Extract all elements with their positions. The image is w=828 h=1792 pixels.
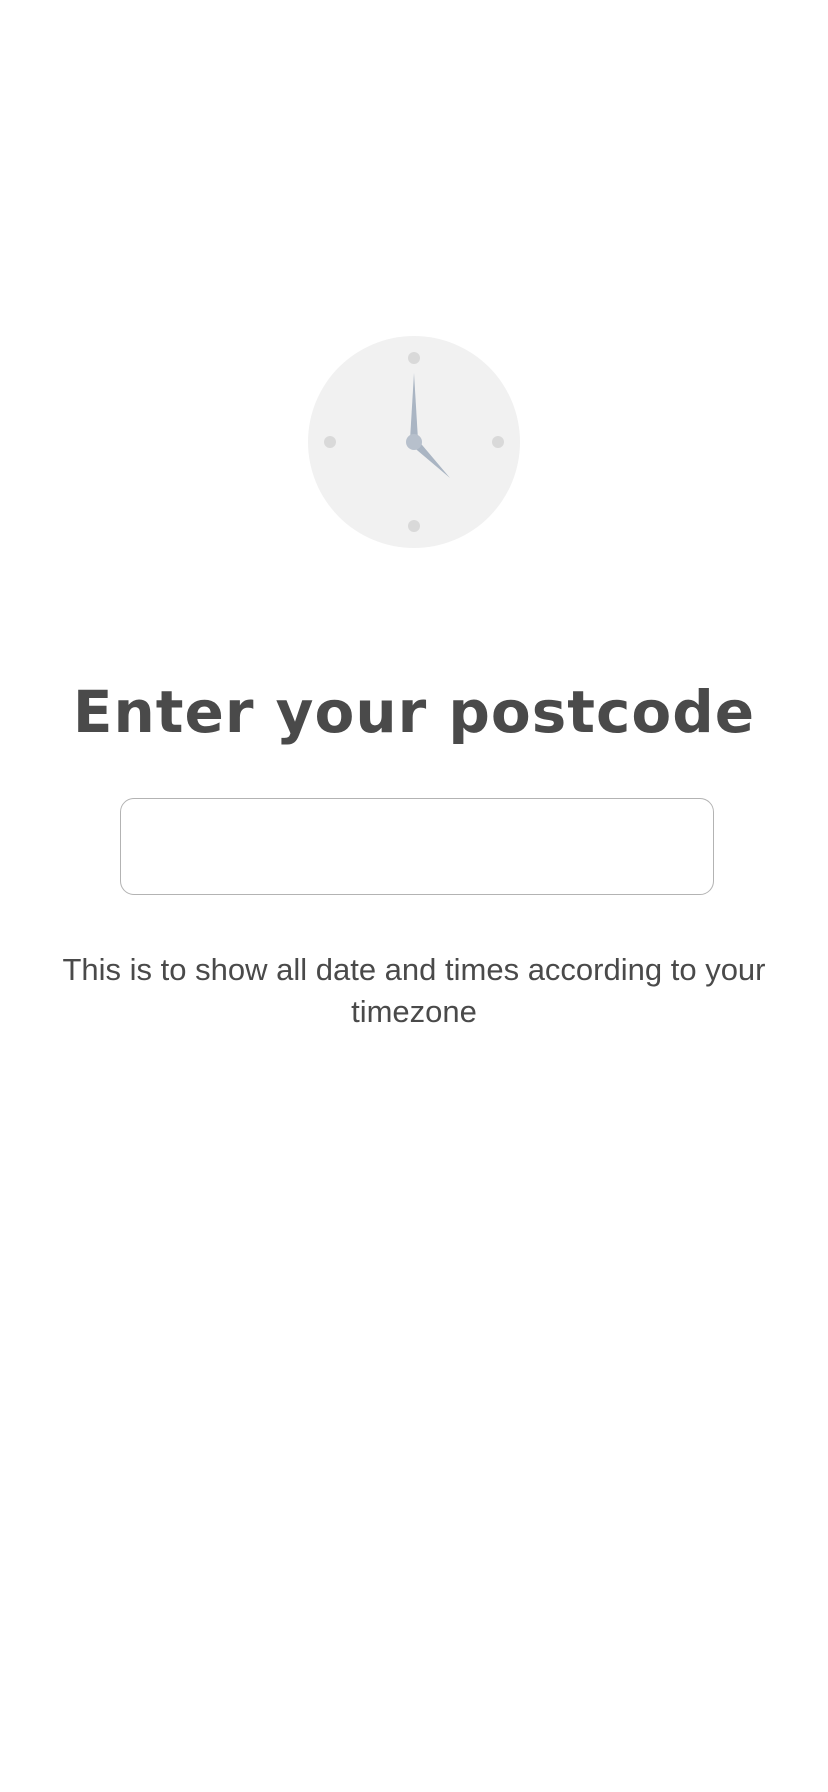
clock-icon <box>308 336 520 548</box>
page-title: Enter your postcode <box>72 678 756 746</box>
postcode-screen: Enter your postcode This is to show all … <box>0 0 828 1792</box>
helper-text: This is to show all date and times accor… <box>62 952 766 1029</box>
postcode-input[interactable] <box>120 798 714 895</box>
